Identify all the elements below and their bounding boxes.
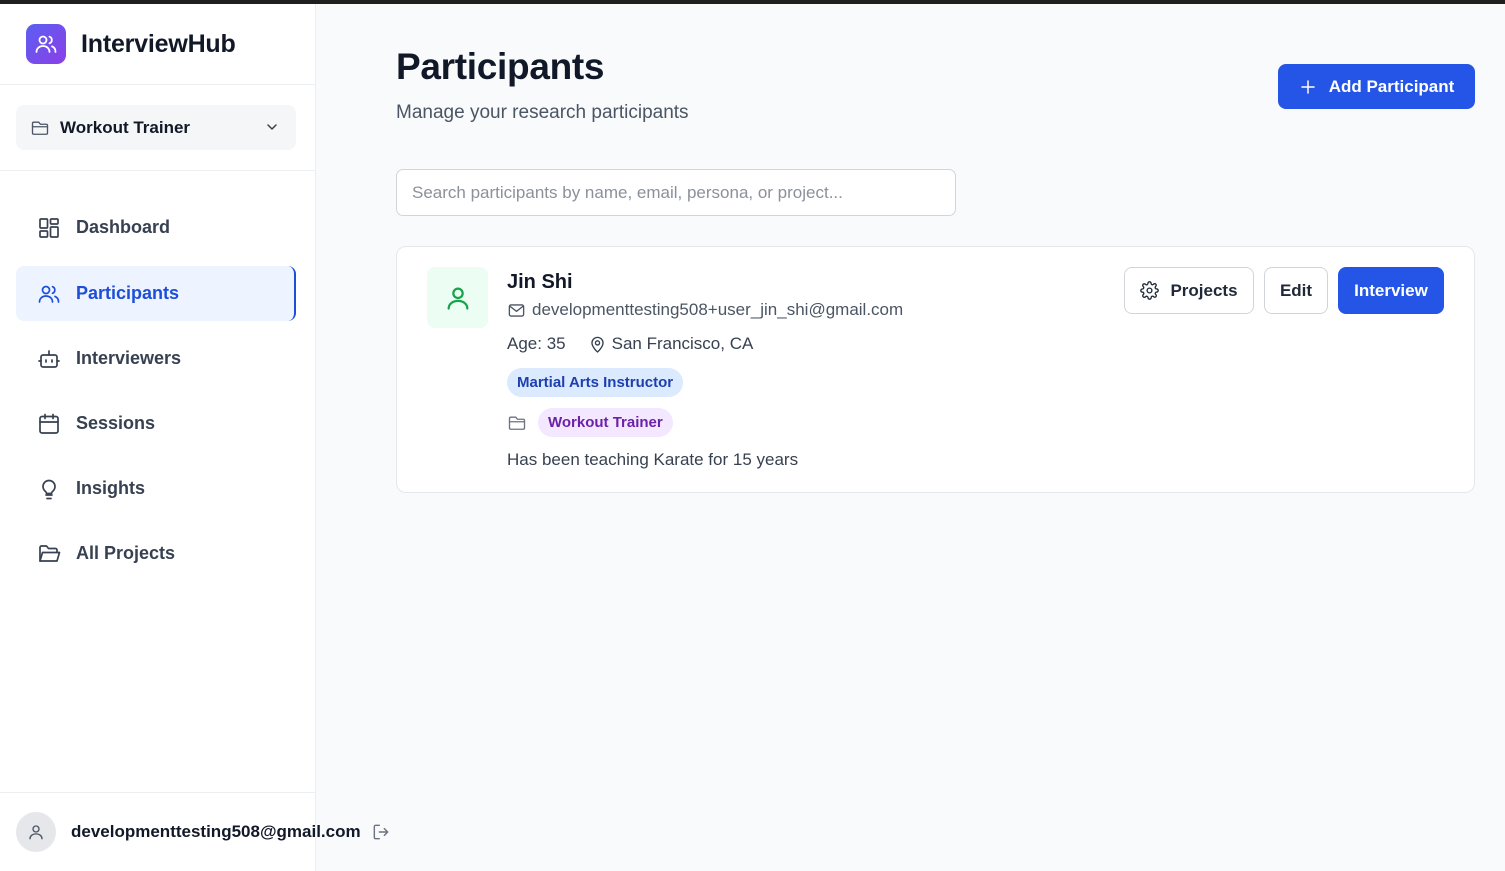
- participant-email-text: developmenttesting508+user_jin_shi@gmail…: [532, 300, 904, 319]
- edit-button[interactable]: Edit: [1264, 267, 1328, 314]
- participant-meta: Age: 35 San Francisco, CA: [507, 334, 753, 354]
- sidebar-item-insights[interactable]: Insights: [16, 461, 296, 516]
- user-account: developmenttesting508@gmail.com: [16, 812, 391, 852]
- sidebar-item-label: Insights: [76, 478, 146, 498]
- participant-email: developmenttesting508+user_jin_shi@gmail…: [507, 300, 903, 320]
- add-participant-label: Add Participant: [1328, 76, 1455, 96]
- divider: [0, 792, 316, 793]
- sidebar-item-label: Sessions: [76, 413, 156, 433]
- sidebar-item-label: All Projects: [76, 543, 176, 563]
- sidebar-item-interviewers[interactable]: Interviewers: [16, 331, 296, 386]
- bot-icon: [36, 346, 62, 372]
- sidebar-item-sessions[interactable]: Sessions: [16, 396, 296, 451]
- folder-icon: [507, 413, 527, 433]
- users-icon: [36, 281, 62, 307]
- sidebar-item-label: Participants: [76, 283, 180, 303]
- chevron-down-icon: [264, 119, 280, 140]
- divider: [0, 170, 316, 171]
- folder-icon: [30, 118, 50, 138]
- sidebar: InterviewHub Workout Trainer Dashboard P…: [0, 4, 316, 871]
- users-logo-icon: [26, 24, 66, 64]
- participant-note: Has been teaching Karate for 15 years: [507, 450, 799, 469]
- projects-button-label: Projects: [1170, 280, 1238, 300]
- participant-name: Jin Shi: [507, 271, 573, 293]
- project-selector[interactable]: Workout Trainer: [16, 105, 296, 150]
- participant-projects: Workout Trainer: [507, 408, 673, 437]
- participant-card: Jin Shi developmenttesting508+user_jin_s…: [396, 246, 1475, 493]
- participant-location: San Francisco, CA: [588, 334, 754, 354]
- project-selector-value: Workout Trainer: [60, 117, 191, 137]
- sidebar-item-dashboard[interactable]: Dashboard: [16, 200, 296, 255]
- logout-icon[interactable]: [371, 822, 391, 842]
- plus-icon: [1299, 78, 1317, 96]
- divider: [0, 84, 316, 85]
- calendar-icon: [36, 411, 62, 437]
- sidebar-item-all-projects[interactable]: All Projects: [16, 526, 296, 581]
- sidebar-item-label: Dashboard: [76, 217, 171, 237]
- participant-location-text: San Francisco, CA: [611, 334, 754, 353]
- user-icon: [427, 267, 488, 328]
- page-title: Participants: [396, 46, 605, 87]
- persona-badge: Martial Arts Instructor: [507, 368, 684, 397]
- sidebar-item-participants[interactable]: Participants: [16, 266, 296, 321]
- avatar[interactable]: [16, 812, 56, 852]
- page-subtitle: Manage your research participants: [396, 102, 689, 123]
- dashboard-grid-icon: [36, 215, 62, 241]
- add-participant-button[interactable]: Add Participant: [1278, 64, 1475, 109]
- map-pin-icon: [588, 335, 607, 354]
- gear-icon: [1140, 281, 1160, 300]
- brand[interactable]: InterviewHub: [26, 24, 236, 64]
- folder-open-icon: [36, 541, 62, 567]
- participant-age: Age: 35: [507, 334, 566, 353]
- interview-button[interactable]: Interview: [1338, 267, 1444, 314]
- mail-icon: [507, 301, 526, 320]
- app-name: InterviewHub: [81, 29, 236, 58]
- projects-button[interactable]: Projects: [1124, 267, 1254, 314]
- project-badge[interactable]: Workout Trainer: [538, 408, 673, 437]
- search-input[interactable]: [396, 169, 956, 216]
- lightbulb-icon: [36, 476, 62, 502]
- sidebar-item-label: Interviewers: [76, 348, 182, 368]
- user-email: developmenttesting508@gmail.com: [71, 822, 361, 841]
